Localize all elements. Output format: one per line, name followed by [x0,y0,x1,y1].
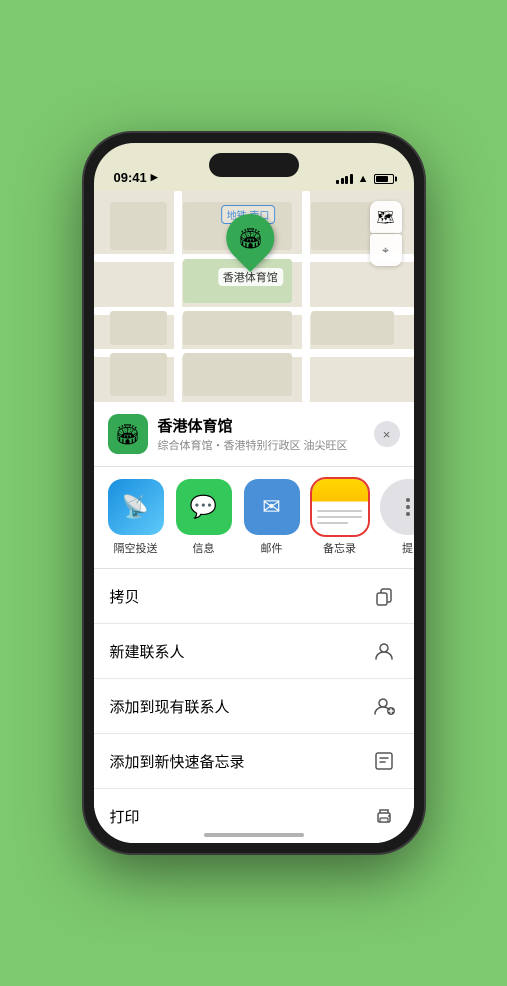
dynamic-island [209,153,299,177]
share-row: 📡 隔空投送 💬 信息 ✉ 邮件 [94,467,414,569]
pin-icon: 🏟 [238,225,263,250]
status-time: 09:41 ▶ [114,170,158,185]
battery-fill [376,176,388,182]
action-add-notes-label: 添加到新快速备忘录 [110,751,245,772]
share-notes[interactable]: 备忘录 [312,479,368,556]
mail-label: 邮件 [261,540,283,556]
share-mail[interactable]: ✉ 邮件 [244,479,300,556]
battery-icon [374,174,394,184]
print-icon [370,802,398,830]
phone-screen: 09:41 ▶ ▲ [94,143,414,843]
action-add-existing-label: 添加到现有联系人 [110,696,230,717]
action-copy-label: 拷贝 [110,586,140,607]
close-button[interactable]: × [374,421,400,447]
add-existing-icon [370,692,398,720]
action-new-contact[interactable]: 新建联系人 [94,624,414,679]
action-new-contact-label: 新建联系人 [110,641,185,662]
location-button[interactable]: ⌖ [370,234,402,266]
venue-description: 综合体育馆・香港特别行政区 油尖旺区 [158,437,364,453]
add-notes-icon [370,747,398,775]
location-arrow-icon: ▶ [151,172,158,183]
action-add-notes[interactable]: 添加到新快速备忘录 [94,734,414,789]
share-message[interactable]: 💬 信息 [176,479,232,556]
action-list: 拷贝 新建联系人 [94,569,414,843]
airdrop-label: 隔空投送 [114,540,158,556]
pin-circle: 🏟 [216,204,284,272]
phone-frame: 09:41 ▶ ▲ [84,133,424,853]
venue-card: 🏟 香港体育馆 综合体育馆・香港特别行政区 油尖旺区 × [94,402,414,467]
wifi-icon: ▲ [358,173,369,185]
time-display: 09:41 [114,170,147,185]
home-indicator [204,833,304,837]
location-icon: ⌖ [382,243,389,258]
map-controls: 🗺 ⌖ [370,201,402,266]
share-airdrop[interactable]: 📡 隔空投送 [108,479,164,556]
map-area: 地铁 南口 🗺 ⌖ 🏟 香港体育馆 [94,191,414,402]
action-add-existing[interactable]: 添加到现有联系人 [94,679,414,734]
airdrop-icon-wrap: 📡 [108,479,164,535]
more-dots-icon [406,498,410,516]
message-icon-wrap: 💬 [176,479,232,535]
status-icons: ▲ [336,173,393,185]
close-icon: × [383,427,391,442]
map-type-icon: 🗺 [377,209,395,226]
notes-lines [317,510,362,524]
notes-label: 备忘录 [323,540,356,556]
map-type-button[interactable]: 🗺 [370,201,402,233]
more-label: 提 [402,540,413,556]
venue-icon-symbol: 🏟 [115,422,140,447]
venue-icon: 🏟 [108,414,148,454]
venue-info: 香港体育馆 综合体育馆・香港特别行政区 油尖旺区 [158,415,364,453]
share-more[interactable]: 提 [380,479,414,556]
message-icon: 💬 [190,494,217,520]
more-icon-wrap [380,479,414,535]
bottom-sheet: 🏟 香港体育馆 综合体育馆・香港特别行政区 油尖旺区 × 📡 隔空投送 [94,402,414,843]
venue-name: 香港体育馆 [158,415,364,436]
new-contact-icon [370,637,398,665]
location-pin: 🏟 香港体育馆 [218,214,283,286]
copy-icon [370,582,398,610]
action-print-label: 打印 [110,806,140,827]
action-copy[interactable]: 拷贝 [94,569,414,624]
mail-icon: ✉ [262,494,280,520]
notes-icon-wrap [312,479,368,535]
airdrop-icon: 📡 [122,494,149,520]
mail-icon-wrap: ✉ [244,479,300,535]
message-label: 信息 [193,540,215,556]
signal-icon [336,174,353,184]
